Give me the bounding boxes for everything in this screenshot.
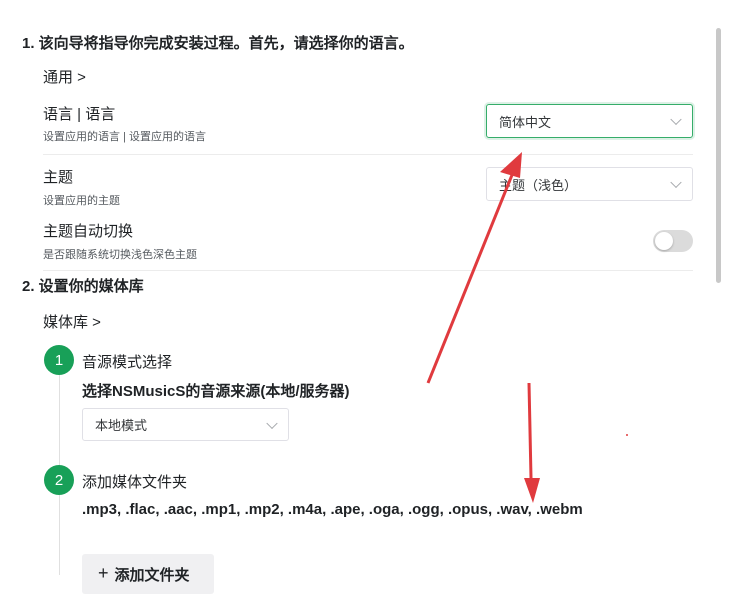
annotation-arrows <box>426 152 628 503</box>
annotation-arrowhead <box>500 152 522 178</box>
annotation-arrow-line <box>426 174 514 384</box>
annotation-arrowhead <box>524 478 540 503</box>
annotation-arrow-line <box>527 382 533 479</box>
